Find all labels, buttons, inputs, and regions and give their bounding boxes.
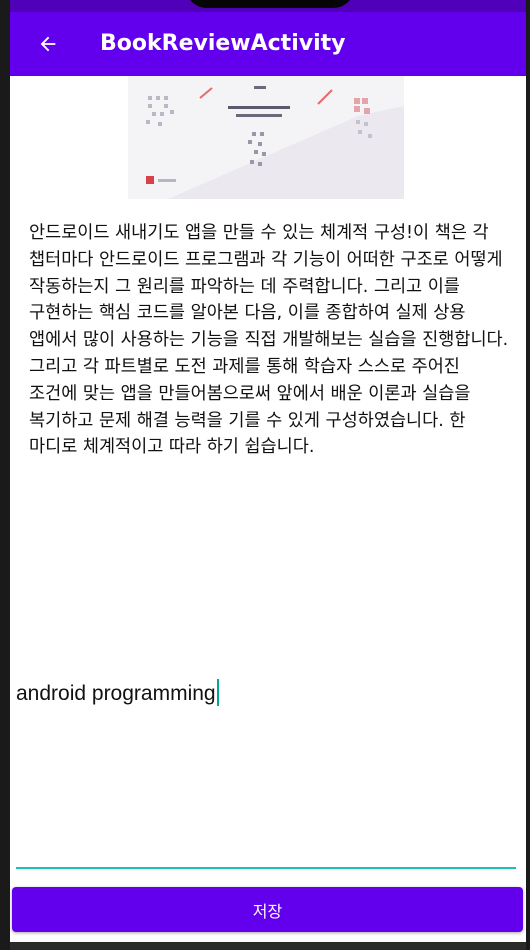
camera-notch bbox=[185, 0, 355, 8]
review-input[interactable]: android programming bbox=[16, 674, 516, 870]
review-input-underline bbox=[16, 867, 516, 869]
back-button[interactable] bbox=[32, 28, 64, 60]
phone-frame: BookReviewActivity 안드로이드 새내기도 앱을 만들 수 있는… bbox=[0, 0, 530, 950]
book-cover-image bbox=[128, 76, 404, 199]
review-input-text[interactable]: android programming bbox=[16, 674, 219, 714]
arrow-back-icon bbox=[40, 36, 56, 52]
book-description: 안드로이드 새내기도 앱을 만들 수 있는 체계적 구성!이 책은 각 챕터마다… bbox=[29, 223, 509, 458]
navigation-bar bbox=[10, 942, 526, 950]
app-title: BookReviewActivity bbox=[100, 31, 346, 56]
save-button[interactable]: 저장 bbox=[12, 887, 523, 932]
text-cursor bbox=[216, 679, 219, 706]
app-bar: BookReviewActivity bbox=[10, 12, 526, 76]
content-area: 안드로이드 새내기도 앱을 만들 수 있는 체계적 구성!이 책은 각 챕터마다… bbox=[10, 76, 526, 942]
review-input-value: android programming bbox=[16, 682, 216, 705]
